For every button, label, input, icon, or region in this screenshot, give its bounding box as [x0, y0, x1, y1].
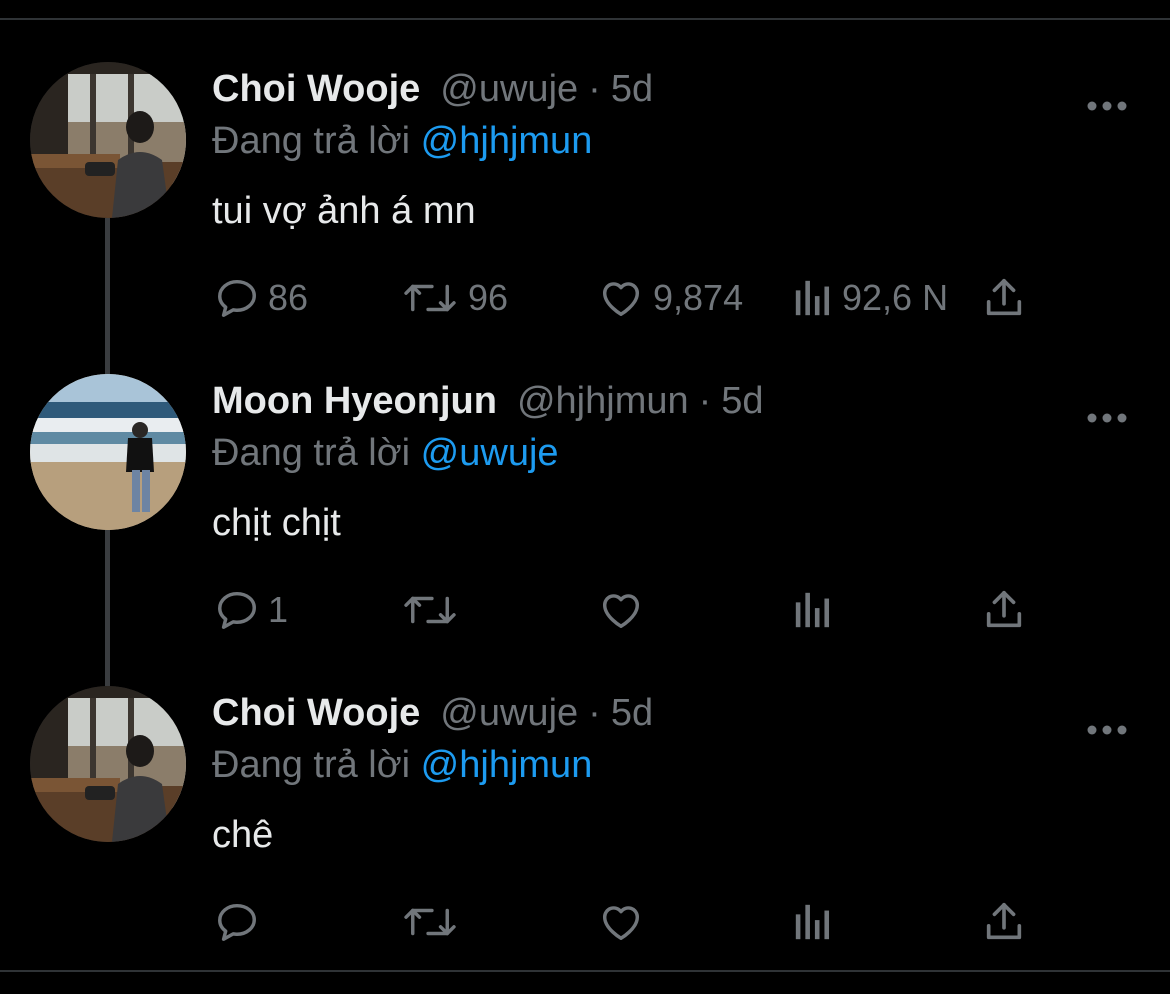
- separator: ·: [588, 692, 601, 734]
- timestamp[interactable]: 5d: [721, 380, 763, 422]
- replying-to: Đang trả lời @hjhjmun: [212, 742, 592, 788]
- retweet-icon: [404, 596, 456, 624]
- reply-button[interactable]: [214, 898, 268, 946]
- reply-icon: [218, 279, 256, 317]
- handle[interactable]: @uwuje: [440, 68, 578, 110]
- timestamp[interactable]: 5d: [611, 68, 653, 110]
- display-name[interactable]: Choi Wooje: [212, 68, 420, 110]
- retweet-count: 96: [468, 277, 509, 318]
- tweet[interactable]: Moon Hyeonjun @hjhjmun · 5d Đang trả lời @u…: [0, 330, 1170, 642]
- display-name[interactable]: Choi Wooje: [212, 692, 420, 734]
- separator: ·: [588, 68, 601, 110]
- tweet[interactable]: Choi Wooje @uwuje · 5d Đang trả lời @hjhjmu…: [0, 18, 1170, 330]
- more-icon[interactable]: [1086, 720, 1128, 740]
- retweet-button[interactable]: [400, 898, 468, 946]
- reply-prefix: Đang trả lời: [212, 120, 411, 162]
- views-button[interactable]: [792, 898, 842, 946]
- timestamp[interactable]: 5d: [611, 692, 653, 734]
- reply-button[interactable]: 86: [214, 274, 308, 322]
- reply-mention[interactable]: @hjhjmun: [421, 120, 593, 162]
- like-button[interactable]: [597, 898, 653, 946]
- like-icon: [602, 282, 640, 317]
- more-icon[interactable]: [1086, 96, 1128, 116]
- share-button[interactable]: [980, 898, 1028, 946]
- tweet-text: chịt chịt: [212, 502, 341, 544]
- views-icon: [795, 592, 830, 628]
- replying-to: Đang trả lời @uwuje: [212, 430, 559, 476]
- person-at-window-photo: [30, 62, 186, 218]
- reply-prefix: Đang trả lời: [212, 744, 411, 786]
- bottom-divider: [0, 970, 1170, 972]
- avatar[interactable]: [30, 686, 186, 842]
- retweet-button[interactable]: [400, 586, 468, 634]
- reply-count: 1: [268, 589, 289, 630]
- retweet-button[interactable]: 96: [400, 274, 508, 322]
- retweet-icon: [404, 284, 456, 312]
- share-button[interactable]: [980, 586, 1028, 634]
- retweet-icon: [404, 908, 456, 936]
- like-count: 9,874: [653, 277, 744, 318]
- avatar[interactable]: [30, 374, 186, 530]
- like-button[interactable]: [597, 586, 653, 634]
- more-icon[interactable]: [1086, 408, 1128, 428]
- view-count: 92,6 N: [842, 277, 949, 318]
- share-icon: [986, 278, 1022, 316]
- like-icon: [602, 906, 640, 941]
- tweet[interactable]: Choi Wooje @uwuje · 5d Đang trả lời @hjhjmu…: [0, 642, 1170, 954]
- tweet-header: Choi Wooje @uwuje · 5d: [212, 690, 653, 736]
- reply-button[interactable]: 1: [214, 586, 288, 634]
- avatar[interactable]: [30, 62, 186, 218]
- reply-mention[interactable]: @hjhjmun: [421, 744, 593, 786]
- reply-icon: [218, 903, 256, 941]
- reply-mention[interactable]: @uwuje: [421, 432, 559, 474]
- like-icon: [602, 594, 640, 629]
- handle[interactable]: @uwuje: [440, 692, 578, 734]
- tweet-header: Choi Wooje @uwuje · 5d: [212, 66, 653, 112]
- separator: ·: [698, 380, 712, 422]
- tweet-text: chê: [212, 814, 274, 856]
- views-icon: [795, 904, 830, 940]
- reply-count: 86: [268, 277, 309, 318]
- reply-icon: [218, 591, 256, 629]
- share-icon: [986, 902, 1022, 940]
- tweet-header: Moon Hyeonjun @hjhjmun · 5d: [212, 378, 764, 424]
- share-button[interactable]: [980, 274, 1028, 322]
- handle[interactable]: @hjhjmun: [517, 380, 689, 422]
- views-icon: [795, 280, 830, 316]
- person-on-beach-photo: [30, 374, 186, 530]
- person-at-window-photo: [30, 686, 186, 842]
- reply-prefix: Đang trả lời: [212, 432, 411, 474]
- tweet-text: tui vợ ảnh á mn: [212, 190, 476, 232]
- views-button[interactable]: [792, 586, 842, 634]
- replying-to: Đang trả lời @hjhjmun: [212, 118, 592, 164]
- display-name[interactable]: Moon Hyeonjun: [212, 380, 497, 422]
- share-icon: [986, 590, 1022, 628]
- views-button[interactable]: 92,6 N: [792, 274, 948, 322]
- like-button[interactable]: 9,874: [597, 274, 743, 322]
